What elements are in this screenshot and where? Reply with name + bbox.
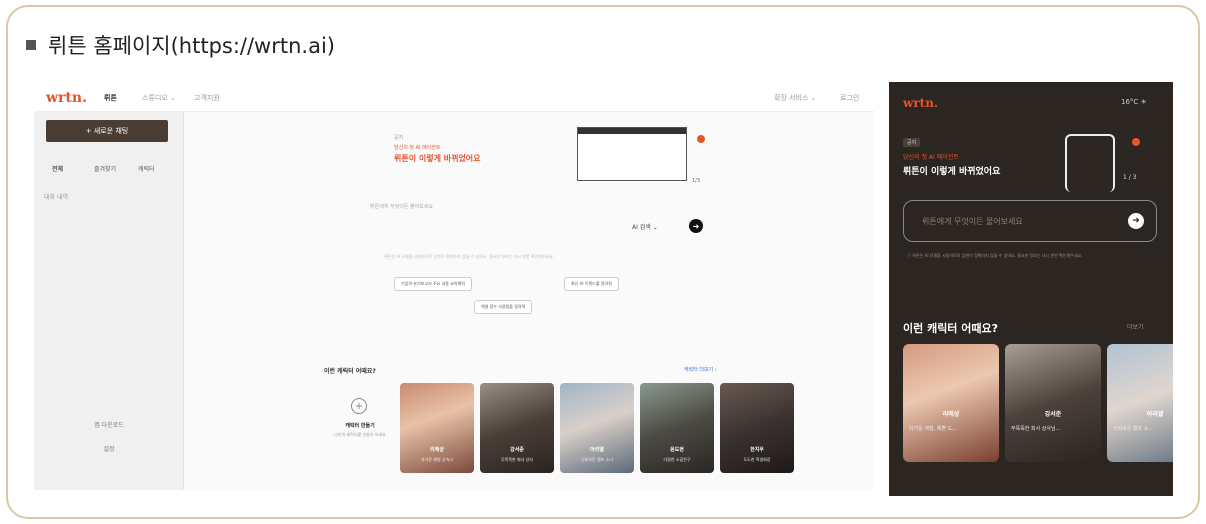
more-characters-link[interactable]: 더보기 [1127, 322, 1144, 331]
character-name: 강서준 [1044, 411, 1062, 418]
square-bullet-icon [26, 40, 36, 50]
nav-extensions[interactable]: 확장 서비스 ⌄ [774, 93, 817, 103]
caption: 뤼튼 홈페이지(https://wrtn.ai) [26, 30, 335, 60]
settings-link[interactable]: 설정 [34, 444, 184, 453]
desktop-screenshot: wrtn. 뤼튼 스튜디오 ⌄ 고객지원 확장 서비스 ⌄ 로그인 + 새로운 … [34, 82, 874, 490]
character-desc: 신비로운 엘프 소녀 [581, 457, 613, 462]
prompt-placeholder: 뤼튼에게 무엇이든 물어보세요 [922, 217, 1023, 226]
promo-image [577, 127, 687, 181]
promo-title: 뤼튼이 이렇게 바뀌었어요 [394, 154, 481, 163]
phone-mockup-image [1065, 134, 1115, 192]
character-name: 리에샹 [430, 447, 444, 453]
send-button[interactable]: ➜ [689, 219, 703, 233]
model-select[interactable]: AI 검색 ⌄ [632, 222, 658, 231]
suggestion-chip[interactable]: 엑셀 함수 사용법을 알려줘 [474, 300, 533, 314]
character-card[interactable]: 한지우 도도한 학생회장 [720, 383, 794, 473]
character-desc: 무뚝뚝한 회사 상사님... [1011, 426, 1061, 432]
sidebar: + 새로운 채팅 전체 즐겨찾기 캐릭터 대화 내역 앱 다운로드 설정 [34, 112, 184, 490]
tab-characters[interactable]: 캐릭터 [138, 164, 155, 173]
promo-label: 공지 [394, 135, 404, 141]
tab-all[interactable]: 전체 [52, 164, 63, 173]
character-section-title: 이런 캐릭터 어때요? [324, 368, 376, 375]
make-character-button[interactable]: + 캐릭터 만들기 나만의 캐릭터를 만들어 보세요 [334, 384, 394, 460]
promo-page-indicator: 1 / 3 [1123, 174, 1137, 181]
character-card[interactable]: 강서준 무뚝뚝한 회사 상사 [480, 383, 554, 473]
promo-subtitle: 당신의 첫 AI 에이전트 [394, 145, 441, 151]
new-chat-button[interactable]: + 새로운 채팅 [46, 120, 168, 142]
character-desc: 무뚝뚝한 회사 상사 [501, 457, 533, 462]
nav-studio[interactable]: 스튜디오 ⌄ [142, 93, 176, 103]
character-desc: 차가운 재벌, 예쁜 드... [909, 426, 957, 432]
caption-text: 뤼튼 홈페이지(https://wrtn.ai) [48, 34, 335, 58]
nav-home[interactable]: 뤼튼 [104, 93, 117, 103]
prompt-input[interactable]: 뤼튼에게 무엇이든 물어보세요 [370, 203, 433, 210]
promo-title[interactable]: 뤼튼이 이렇게 바뀌었어요 [903, 164, 1000, 177]
weather-badge: 16°C ☀ [1121, 98, 1147, 106]
app-download-link[interactable]: 앱 다운로드 [34, 420, 184, 429]
tab-favorites[interactable]: 즐겨찾기 [94, 164, 116, 173]
character-name: 강서준 [510, 447, 524, 453]
character-desc: 신비로운 엘프 소... [1113, 426, 1154, 432]
suggestion-chip[interactable]: 최신 AI 트렌드를 알려줘 [564, 277, 619, 291]
disclaimer-text: 뤼튼은 AI 모델을 사용하므로 답변이 정확하지 않을 수 있어요. 중요한 … [384, 254, 555, 259]
history-label: 대화 내역 [44, 194, 68, 201]
wrtn-logo[interactable]: wrtn. [46, 90, 87, 106]
character-card[interactable]: 강서준 무뚝뚝한 회사 상사님... [1005, 344, 1101, 462]
disclaimer-text: ⓘ 뤼튼은 AI 모델을 사용하므로 답변이 정확하지 않을 수 있어요. 중요… [907, 253, 1083, 258]
mobile-screenshot: wrtn. 16°C ☀ 공지 당신의 첫 AI 에이전트 뤼튼이 이렇게 바뀌… [889, 82, 1173, 496]
suggestion-chip[interactable]: 기업의 분기보고서 주요 내용 요약해줘 [394, 277, 472, 291]
send-button[interactable]: ➜ [1128, 213, 1144, 229]
login-link[interactable]: 로그인 [840, 93, 859, 103]
nav-support[interactable]: 고객지원 [194, 93, 220, 103]
character-desc: 다정한 소꿉친구 [663, 457, 691, 462]
character-name: 아리엘 [590, 447, 604, 453]
promo-badge: 공지 [903, 138, 921, 147]
promo-subtitle: 당신의 첫 AI 에이전트 [903, 154, 959, 161]
character-section-title: 이런 캐릭터 어때요? [903, 322, 998, 335]
character-name: 아리엘 [1146, 411, 1164, 418]
make-character-subtitle: 나만의 캐릭터를 만들어 보세요 [334, 432, 386, 437]
wrtn-logo[interactable]: wrtn. [903, 96, 938, 110]
promo-page-indicator: 1/3 [692, 178, 701, 184]
character-name: 리에샹 [942, 411, 960, 418]
plus-icon: + [351, 398, 367, 414]
character-card[interactable]: 아리엘 신비로운 엘프 소녀 [560, 383, 634, 473]
character-card[interactable]: 아리엘 신비로운 엘프 소... [1107, 344, 1173, 462]
character-desc: 차가운 재벌 상속녀 [421, 457, 453, 462]
promo-banner[interactable]: 공지 당신의 첫 AI 에이전트 뤼튼이 이렇게 바뀌었어요 [394, 134, 481, 164]
character-card[interactable]: 윤도현 다정한 소꿉친구 [640, 383, 714, 473]
notification-dot-icon [1132, 138, 1140, 146]
character-name: 윤도현 [670, 447, 684, 453]
character-card[interactable]: 리에샹 차가운 재벌 상속녀 [400, 383, 474, 473]
make-character-label: 캐릭터 만들기 [345, 423, 375, 429]
notification-dot-icon [697, 135, 705, 143]
character-card[interactable]: 리에샹 차가운 재벌, 예쁜 드... [903, 344, 999, 462]
prompt-input[interactable]: 뤼튼에게 무엇이든 물어보세요 ➜ [903, 200, 1157, 242]
character-desc: 도도한 학생회장 [743, 457, 771, 462]
top-bar: wrtn. 뤼튼 스튜디오 ⌄ 고객지원 확장 서비스 ⌄ 로그인 [34, 82, 874, 112]
character-name: 한지우 [750, 447, 764, 453]
more-characters-link[interactable]: 캐릭터 더보기 › [684, 366, 717, 373]
